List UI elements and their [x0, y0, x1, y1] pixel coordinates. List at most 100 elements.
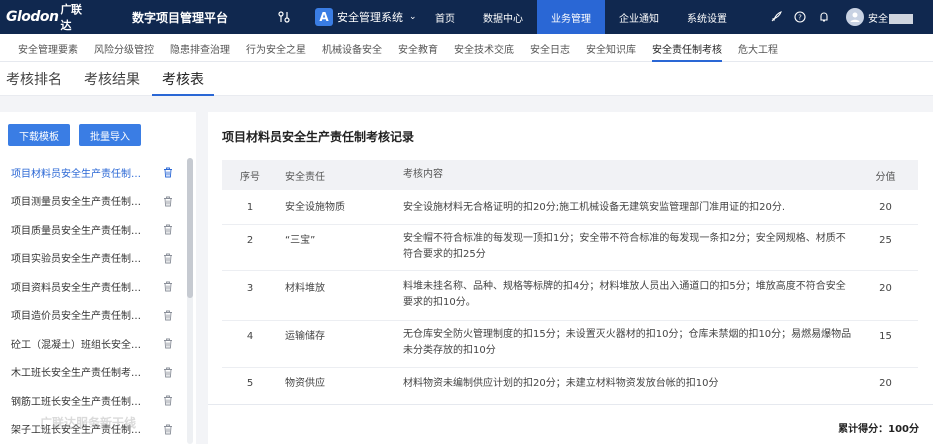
col-header-score: 分值: [875, 171, 896, 183]
bell-icon[interactable]: [812, 0, 836, 34]
delete-icon[interactable]: [163, 424, 173, 435]
template-list-item[interactable]: 项目实验员安全生产责任制考核表: [0, 244, 186, 273]
cell-duty: “三宝”: [285, 235, 316, 246]
sub-nav: 安全管理要素 风险分级管控 隐患排查治理 行为安全之星 机械设备安全 安全教育 …: [0, 34, 933, 62]
header-right: ? 安全: [764, 0, 913, 34]
nav-data-center[interactable]: 数据中心: [469, 0, 537, 34]
cell-duty: 材料堆放: [285, 283, 325, 294]
delete-icon[interactable]: [163, 367, 173, 378]
tab-results[interactable]: 考核结果: [74, 62, 150, 96]
tab-assessment-table[interactable]: 考核表: [152, 62, 214, 96]
cell-duty: 安全设施物质: [285, 202, 345, 213]
template-name: 木工班长安全生产责任制考核表: [11, 368, 146, 380]
delete-icon[interactable]: [163, 224, 173, 235]
template-name: 砼工（混凝土）班组长安全生产责任制考核表: [11, 339, 146, 351]
delete-icon[interactable]: [163, 196, 173, 207]
delete-icon[interactable]: [163, 310, 173, 321]
delete-icon[interactable]: [163, 338, 173, 349]
svg-text:?: ?: [798, 14, 802, 22]
subnav-item[interactable]: 风险分级管控: [86, 34, 162, 62]
scrollbar-thumb[interactable]: [187, 158, 193, 298]
table-row: 2 “三宝” 安全帽不符合标准的每发现一顶扣1分；安全带不符合标准的每发现一条扣…: [222, 225, 918, 271]
template-list-item[interactable]: 项目测量员安全生产责任制考核表: [0, 187, 186, 216]
tab-ranking[interactable]: 考核排名: [0, 62, 72, 96]
cell-score: 25: [879, 235, 892, 246]
template-list-item[interactable]: 项目质量员安全生产责任制考核表: [0, 215, 186, 244]
subnav-item[interactable]: 安全技术交底: [446, 34, 522, 62]
subnav-item-active[interactable]: 安全责任制考核: [644, 34, 730, 62]
subnav-item[interactable]: 隐患排查治理: [162, 34, 238, 62]
batch-import-button[interactable]: 批量导入: [79, 124, 141, 146]
help-icon[interactable]: ?: [788, 0, 812, 34]
cell-score: 20: [879, 202, 892, 213]
subnav-item[interactable]: 安全教育: [390, 34, 446, 62]
col-header-no: 序号: [240, 171, 260, 183]
subnav-item[interactable]: 机械设备安全: [314, 34, 390, 62]
template-list-item[interactable]: 木工班长安全生产责任制考核表: [0, 358, 186, 387]
nav-business[interactable]: 业务管理: [537, 0, 605, 34]
table-row: 4 运输储存 无仓库安全防火管理制度的扣15分；未设置灭火器材的扣10分；仓库未…: [222, 321, 918, 368]
cell-content: 安全帽不符合标准的每发现一顶扣1分；安全带不符合标准的每发现一条扣2分；安全网规…: [403, 233, 846, 260]
template-name: 项目测量员安全生产责任制考核表: [11, 197, 146, 209]
table-row: 5 物资供应 材料物资未编制供应计划的扣20分；未建立材料物资发放台帐的扣10分…: [222, 368, 918, 394]
switch-icon[interactable]: [277, 10, 291, 24]
col-header-duty: 安全责任: [285, 171, 325, 183]
nav-home[interactable]: 首页: [421, 0, 469, 34]
template-list-item[interactable]: 项目材料员安全生产责任制考核表: [0, 158, 186, 187]
table-row: 3 材料堆放 料堆未挂名称、品种、规格等标牌的扣4分；材料堆放人员出入通道口的扣…: [222, 271, 918, 321]
download-template-button[interactable]: 下载模板: [8, 124, 70, 146]
system-select[interactable]: A 安全管理系统 ⌄: [315, 6, 417, 28]
subnav-item[interactable]: 安全知识库: [578, 34, 644, 62]
tab-bar: 考核排名 考核结果 考核表: [0, 62, 933, 96]
cell-content: 料堆未挂名称、品种、规格等标牌的扣4分；材料堆放人员出入通道口的扣5分；堆放高度…: [403, 281, 846, 308]
cell-duty: 运输储存: [285, 331, 325, 342]
cell-score: 15: [879, 331, 892, 342]
cell-no: 1: [246, 202, 254, 213]
template-list-item[interactable]: 项目资料员安全生产责任制考核表: [0, 272, 186, 301]
assessment-record-panel: 项目材料员安全生产责任制考核记录 序号 安全责任 考核内容 分值 1 安全设施物…: [208, 112, 933, 444]
cell-no: 4: [246, 331, 254, 342]
template-name: 项目造价员安全生产责任制考核表: [11, 311, 146, 323]
logo-cn-text: 广联达: [60, 3, 83, 32]
cell-no: 5: [246, 378, 254, 389]
subnav-item[interactable]: 危大工程: [730, 34, 786, 62]
subnav-item[interactable]: 行为安全之星: [238, 34, 314, 62]
template-list-item[interactable]: 项目造价员安全生产责任制考核表: [0, 301, 186, 330]
col-header-content: 考核内容: [403, 169, 443, 180]
template-name: 项目质量员安全生产责任制考核表: [11, 225, 146, 237]
logo-text: Glodon: [6, 9, 59, 25]
username[interactable]: 安全: [868, 10, 913, 25]
delete-icon[interactable]: [163, 253, 173, 264]
scrollbar[interactable]: [187, 158, 193, 444]
template-name: 项目材料员安全生产责任制考核表: [11, 168, 146, 180]
watermark: 广联达服务新干线: [40, 416, 137, 430]
logo[interactable]: Glodon 广联达: [0, 0, 86, 34]
template-name: 项目资料员安全生产责任制考核表: [11, 282, 146, 294]
cell-content: 安全设施材料无合格证明的扣20分;施工机械设备无建筑安监管理部门准用证的扣20分…: [403, 202, 785, 213]
template-list-item[interactable]: 钢筋工班长安全生产责任制考核表: [0, 386, 186, 415]
cell-no: 3: [246, 283, 254, 294]
assessment-table: 序号 安全责任 考核内容 分值 1 安全设施物质 安全设施材料无合格证明的扣20…: [222, 160, 918, 394]
avatar[interactable]: [846, 8, 864, 26]
rocket-icon[interactable]: [764, 0, 788, 34]
subnav-item[interactable]: 安全管理要素: [10, 34, 86, 62]
cell-score: 20: [879, 283, 892, 294]
platform-name: 数字项目管理平台: [132, 10, 229, 25]
record-title: 项目材料员安全生产责任制考核记录: [222, 130, 415, 144]
delete-icon[interactable]: [163, 395, 173, 406]
nav-notice[interactable]: 企业通知: [605, 0, 673, 34]
record-footer: 累计得分：100分: [208, 404, 933, 444]
nav-settings[interactable]: 系统设置: [673, 0, 741, 34]
username-text: 安全: [868, 13, 888, 25]
chevron-down-icon: ⌄: [409, 12, 417, 22]
subnav-item[interactable]: 安全日志: [522, 34, 578, 62]
system-select-label: 安全管理系统: [337, 11, 403, 24]
cell-content: 无仓库安全防火管理制度的扣15分；未设置灭火器材的扣10分；仓库未禁烟的扣10分…: [403, 329, 852, 356]
username-mask: [889, 13, 913, 24]
delete-icon[interactable]: [163, 167, 173, 178]
delete-icon[interactable]: [163, 281, 173, 292]
template-list-item[interactable]: 砼工（混凝土）班组长安全生产责任制考核表: [0, 329, 186, 358]
cell-no: 2: [246, 235, 254, 246]
total-score: 累计得分：100分: [838, 424, 919, 435]
table-row: 1 安全设施物质 安全设施材料无合格证明的扣20分;施工机械设备无建筑安监管理部…: [222, 190, 918, 225]
